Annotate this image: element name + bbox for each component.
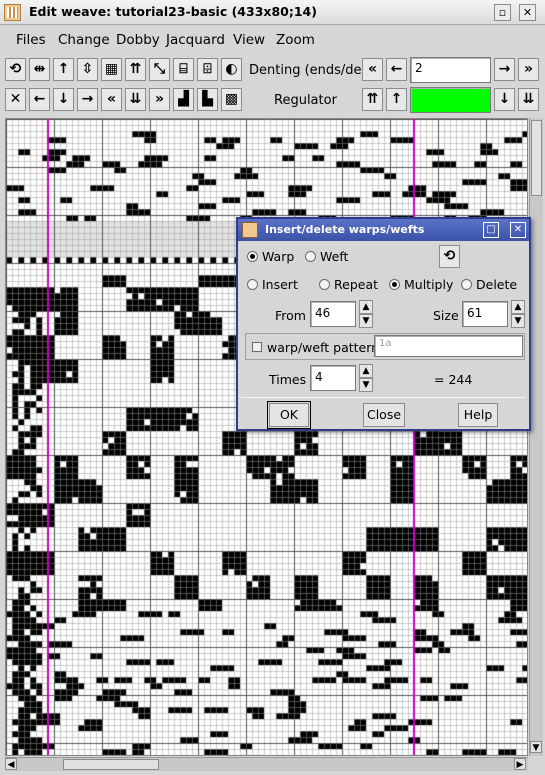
double-right-shift-icon[interactable]: » [149, 88, 170, 111]
radio-weft-label: Weft [320, 249, 349, 264]
close-window-button[interactable]: ✕ [519, 4, 536, 21]
insert-delete-dialog: Insert/delete warps/wefts □ ✕ Warp Weft … [236, 217, 531, 431]
left-icon[interactable]: ← [386, 58, 407, 81]
vertical-scrollbar[interactable]: ▼ [529, 118, 543, 756]
double-left-shift-icon[interactable]: « [101, 88, 122, 111]
dialog-close-button[interactable]: ✕ [510, 222, 526, 238]
scroll-right-icon[interactable]: ▶ [514, 758, 526, 770]
from-label: From [275, 308, 306, 323]
regulator-label: Regulator [274, 93, 337, 108]
rotate-icon[interactable]: ⟲ [5, 58, 26, 81]
menu-dobby[interactable]: Dobby [116, 32, 160, 48]
times-label: Times [269, 372, 307, 387]
up-icon[interactable]: ↑ [386, 88, 407, 111]
pattern-input[interactable]: 1a [374, 335, 523, 357]
double-down-icon[interactable]: ⇊ [125, 88, 146, 111]
denting-field[interactable]: 2 [410, 57, 491, 83]
size-input[interactable]: 61 [462, 301, 508, 327]
menu-files[interactable]: Files [16, 32, 46, 48]
dialog-title-bar: Insert/delete warps/wefts □ ✕ [238, 219, 529, 241]
staircase-icon[interactable]: ▟ [173, 88, 194, 111]
vertical-scroll-thumb[interactable] [531, 120, 542, 196]
double-up-icon[interactable]: ⇈ [125, 58, 146, 81]
close-button[interactable]: Close [363, 403, 405, 427]
app-icon [4, 4, 21, 21]
menu-view[interactable]: View [233, 32, 265, 48]
horizontal-scrollbar[interactable]: ◀ ▶ [5, 757, 528, 771]
radio-warp[interactable] [247, 251, 258, 262]
dialog-app-icon [242, 222, 258, 238]
arrow-up-icon[interactable]: ↑ [53, 58, 74, 81]
step-down-icon[interactable]: ⌹ [197, 58, 218, 81]
scroll-down-icon[interactable]: ▼ [530, 741, 542, 753]
staircase-down-icon[interactable]: ▙ [197, 88, 218, 111]
times-input[interactable]: 4 [310, 365, 356, 391]
double-up-shift-icon[interactable]: ⇈ [362, 88, 383, 111]
spin-down-icon[interactable]: ▼ [359, 314, 373, 328]
checker-icon[interactable]: ▩ [221, 88, 242, 111]
scroll-left-icon[interactable]: ◀ [5, 758, 17, 770]
spin-up-icon[interactable]: ▲ [511, 300, 525, 314]
radio-insert[interactable] [247, 279, 258, 290]
swap-icon[interactable]: ⟲ [439, 245, 460, 268]
help-button[interactable]: Help [458, 403, 498, 427]
spin-down-icon[interactable]: ▼ [511, 314, 525, 328]
pattern-checkbox[interactable] [252, 342, 262, 352]
invert-icon[interactable]: ▦ [101, 58, 122, 81]
half-icon[interactable]: ◐ [221, 58, 242, 81]
radio-weft[interactable] [305, 251, 316, 262]
menu-zoom[interactable]: Zoom [276, 32, 315, 48]
regulator-color-field[interactable] [410, 87, 491, 113]
weave-canvas[interactable] [6, 119, 527, 755]
menu-change[interactable]: Change [58, 32, 110, 48]
arrow-left-icon[interactable]: ← [29, 88, 50, 111]
horizontal-scroll-thumb[interactable] [63, 759, 159, 770]
right-icon[interactable]: → [494, 58, 515, 81]
dialog-maximize-button[interactable]: □ [483, 222, 499, 238]
radio-warp-label: Warp [262, 249, 295, 264]
from-input[interactable]: 46 [310, 301, 356, 327]
minimize-button[interactable]: ▫ [494, 4, 511, 21]
denting-label: Denting (ends/dent) [249, 63, 380, 78]
from-spinner[interactable]: ▲ ▼ [359, 300, 373, 328]
ok-button[interactable]: OK [267, 401, 311, 429]
step-up-icon[interactable]: ⌸ [173, 58, 194, 81]
radio-delete-label: Delete [476, 277, 518, 292]
radio-repeat[interactable] [319, 279, 330, 290]
spin-down-icon[interactable]: ▼ [359, 378, 373, 392]
radio-multiply-label: Multiply [404, 277, 454, 292]
spin-up-icon[interactable]: ▲ [359, 300, 373, 314]
menu-bar: Files Change Dobby Jacquard View Zoom [0, 27, 545, 53]
pattern-label: warp/weft pattern [267, 340, 380, 355]
title-bar: Edit weave: tutorial23-basic (433x80;14)… [0, 0, 545, 25]
double-left-icon[interactable]: « [362, 58, 383, 81]
result-text: = 244 [434, 372, 473, 387]
window-title: Edit weave: tutorial23-basic (433x80;14) [29, 4, 317, 19]
menu-jacquard[interactable]: Jacquard [166, 32, 225, 48]
size-spinner[interactable]: ▲ ▼ [511, 300, 525, 328]
dialog-title: Insert/delete warps/wefts [265, 223, 425, 236]
arrow-down-icon[interactable]: ↓ [53, 88, 74, 111]
radio-multiply[interactable] [389, 279, 400, 290]
times-spinner[interactable]: ▲ ▼ [359, 364, 373, 392]
double-down-shift-icon[interactable]: ⇊ [518, 88, 539, 111]
arrow-right-icon[interactable]: → [77, 88, 98, 111]
close-x-icon[interactable]: ✕ [5, 88, 26, 111]
double-right-icon[interactable]: » [518, 58, 539, 81]
radio-delete[interactable] [461, 279, 472, 290]
diagonal-icon[interactable]: ⤡ [149, 58, 170, 81]
down-icon[interactable]: ↓ [494, 88, 515, 111]
flip-horizontal-icon[interactable]: ⇹ [29, 58, 50, 81]
weave-grid[interactable] [5, 118, 528, 756]
size-label: Size [433, 308, 459, 323]
dialog-separator [241, 397, 526, 398]
flip-vertical-icon[interactable]: ⇳ [77, 58, 98, 81]
radio-repeat-label: Repeat [334, 277, 379, 292]
spin-up-icon[interactable]: ▲ [359, 364, 373, 378]
radio-insert-label: Insert [262, 277, 298, 292]
